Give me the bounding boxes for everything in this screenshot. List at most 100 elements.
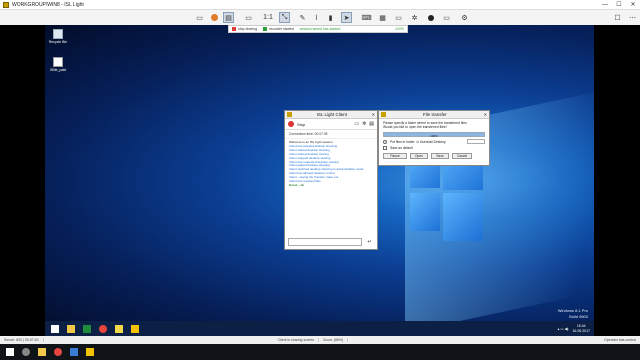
isl-app-icon <box>3 1 9 8</box>
settings-icon[interactable]: ⚙ <box>459 12 470 23</box>
remote-taskbar: ▴ ▭ ◀) 15:44 16.05.2017 <box>45 321 594 336</box>
folder-browse-field[interactable] <box>467 139 485 144</box>
display-icon[interactable]: ▭ <box>393 12 404 23</box>
file-icon <box>53 57 63 67</box>
desktop-icon-recycle-bin[interactable]: Recycle Bin <box>47 29 69 44</box>
clock[interactable]: 15:44 16.05.2017 <box>572 324 590 333</box>
pen-icon[interactable]: ✎ <box>297 12 308 23</box>
system-tray: ▴ ▭ ◀) 15:44 16.05.2017 <box>558 324 590 333</box>
wallpaper-pane <box>443 193 483 241</box>
open-button[interactable]: Open <box>410 153 428 159</box>
percent-item: 100% <box>392 27 407 31</box>
tray-icons[interactable]: ▴ ▭ ◀) <box>558 327 569 331</box>
keyboard-icon[interactable]: ⌨ <box>361 12 372 23</box>
file-transfer-close-icon[interactable]: ✕ <box>482 112 489 117</box>
chat-input[interactable] <box>288 237 362 246</box>
isl-taskbar-icon[interactable] <box>129 323 141 334</box>
folder-radio[interactable] <box>383 139 387 144</box>
stop-icon <box>232 27 236 31</box>
save-button[interactable]: Save <box>431 153 449 159</box>
save-default-label: Save as default <box>390 146 413 150</box>
monitor-icon[interactable]: ▭ <box>194 12 205 23</box>
grid-icon[interactable]: ▦ <box>377 12 388 23</box>
percent-label: 100% <box>395 27 404 31</box>
minimize-button[interactable]: — <box>598 0 612 10</box>
stop-sharing-label: stop sharing <box>238 27 258 31</box>
stop-label: Stop <box>297 121 306 127</box>
recorder-label: recorder started <box>269 27 294 31</box>
local-taskbar <box>0 344 640 360</box>
session-toolbar: ▭ ▤ ▭ 1:1 ⤡ ✎ ⌇ ▮ ➤ ⌨ ▦ ▭ ✲ ▭ ⚙ ☐ ⋯ <box>0 10 640 25</box>
monitor-settings-icon[interactable]: ▭ <box>441 12 452 23</box>
viewport-margin-right <box>594 25 640 336</box>
file-transfer-dialog[interactable]: File transfer ✕ Please specify a folder … <box>378 110 490 166</box>
desktop-icon-file[interactable]: ISlite_pakt <box>47 57 69 72</box>
isl-client-title: ISL Light Client <box>316 112 347 117</box>
start-icon[interactable] <box>4 347 16 358</box>
server-status: Server: 800 | 00:07:40 <box>0 338 44 342</box>
log-line: Good. - ok <box>289 182 304 187</box>
progress-label: 100% <box>430 133 438 138</box>
chat-window-icon[interactable]: ▤ <box>369 121 374 127</box>
session-saved-label: session saved has started <box>299 27 341 31</box>
folder-option-label: Put files in folder: ⊙ Users\all Desktop <box>390 139 446 144</box>
message-line: Would you like to open the transferred f… <box>383 125 448 129</box>
desktop-icon-label: Recycle Bin <box>48 40 68 44</box>
pointer-icon[interactable]: ➤ <box>341 12 352 23</box>
app-icon[interactable] <box>68 347 80 358</box>
tools-icon[interactable]: ✲ <box>409 12 420 23</box>
connection-time: Connection time: 00:07:35 <box>285 130 377 139</box>
folder-option-row: Put files in folder: ⊙ Users\all Desktop <box>379 138 489 145</box>
fit-screen-icon[interactable]: ⤡ <box>279 12 290 23</box>
monitor-small-icon[interactable]: ▭ <box>243 12 254 23</box>
isl-client-titlebar: ISL Light Client ✕ <box>285 111 377 119</box>
clock-date: 16.05.2017 <box>572 328 590 333</box>
excel-icon[interactable] <box>81 323 93 334</box>
marker-icon[interactable]: ▮ <box>325 12 336 23</box>
chrome-icon[interactable] <box>52 347 64 358</box>
explorer-icon[interactable] <box>36 347 48 358</box>
close-button[interactable]: ✕ <box>626 0 640 10</box>
stop-icon <box>288 121 294 127</box>
explorer-icon[interactable] <box>65 323 77 334</box>
file-transfer-titlebar: File transfer ✕ <box>379 111 489 119</box>
zoom-ratio-button[interactable]: 1:1 <box>261 12 275 23</box>
isl-light-icon[interactable] <box>84 347 96 358</box>
isl-client-window[interactable]: ISL Light Client ✕ Stop ▭ ✲ ▤ Connection… <box>284 110 378 250</box>
statusbar: Server: 800 | 00:07:40 Client is sharing… <box>0 336 640 344</box>
notes-icon[interactable] <box>113 323 125 334</box>
pause-button[interactable]: Pause <box>383 153 407 159</box>
folder-icon[interactable]: ▭ <box>354 121 359 127</box>
record-icon[interactable] <box>425 12 436 23</box>
recycle-bin-icon <box>53 29 63 39</box>
session-saved-item: session saved has started <box>297 27 343 31</box>
isl-logo-icon <box>287 112 292 117</box>
chrome-icon[interactable] <box>97 323 109 334</box>
users-icon[interactable] <box>209 12 220 23</box>
file-transfer-buttons: Pause Open Save Cancel <box>379 151 489 161</box>
cancel-button[interactable]: Cancel <box>452 153 472 159</box>
recorder-item: recorder started <box>260 27 297 31</box>
isl-close-icon[interactable]: ✕ <box>370 112 377 117</box>
wallpaper-pane <box>410 193 440 231</box>
watermark-build: Build 9600 <box>569 314 588 319</box>
menu-icon[interactable]: ☐ <box>612 12 623 23</box>
search-icon[interactable] <box>20 347 32 358</box>
save-default-checkbox[interactable] <box>383 146 387 150</box>
tools-icon[interactable]: ✲ <box>362 121 366 127</box>
zoom-status: Zoom: (86%) <box>319 338 349 342</box>
more-icon[interactable]: ⋯ <box>627 12 638 23</box>
chat-input-row: ↵ <box>288 237 374 246</box>
chat-icon[interactable]: ▤ <box>223 12 234 23</box>
brush-icon[interactable]: ⌇ <box>311 12 322 23</box>
stop-button[interactable]: Stop <box>288 121 305 127</box>
start-icon[interactable] <box>49 323 61 334</box>
file-transfer-title: File transfer <box>422 112 447 117</box>
isl-client-toolbar: Stop ▭ ✲ ▤ <box>285 119 377 130</box>
maximize-button[interactable]: ☐ <box>612 0 626 10</box>
stop-sharing-item[interactable]: stop sharing <box>229 27 260 31</box>
viewport-margin-left <box>0 25 45 336</box>
window-titlebar: WORKGROUP\WIN8 - ISL Light — ☐ ✕ <box>0 0 640 10</box>
send-icon[interactable]: ↵ <box>365 238 374 246</box>
record-icon <box>263 27 268 31</box>
